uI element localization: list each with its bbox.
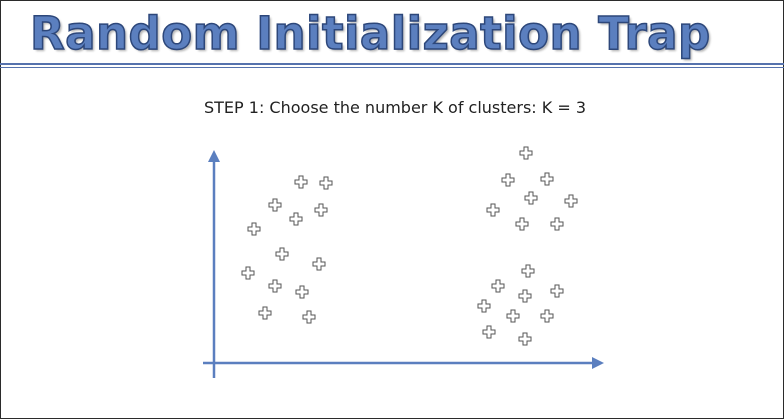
data-point [518, 332, 532, 346]
data-point [521, 264, 535, 278]
data-point [477, 299, 491, 313]
data-point [524, 191, 538, 205]
data-point [550, 217, 564, 231]
data-point [550, 284, 564, 298]
data-point [312, 257, 326, 271]
data-point [319, 176, 333, 190]
data-point [268, 198, 282, 212]
data-point [482, 325, 496, 339]
data-point [518, 289, 532, 303]
data-point [302, 310, 316, 324]
scatter-plot [203, 146, 604, 378]
data-point [540, 309, 554, 323]
data-point [275, 247, 289, 261]
data-point [519, 146, 533, 160]
data-point [486, 203, 500, 217]
data-point [314, 203, 328, 217]
data-point [268, 279, 282, 293]
data-point [506, 309, 520, 323]
data-point [491, 279, 505, 293]
data-point [247, 222, 261, 236]
data-point [515, 217, 529, 231]
data-point [289, 212, 303, 226]
data-point [241, 266, 255, 280]
data-points [241, 146, 578, 346]
data-point [564, 194, 578, 208]
y-axis-arrow [208, 150, 220, 162]
x-axis-arrow [592, 357, 604, 369]
data-point [540, 172, 554, 186]
data-point [295, 285, 309, 299]
data-point [294, 175, 308, 189]
data-point [501, 173, 515, 187]
data-point [258, 306, 272, 320]
